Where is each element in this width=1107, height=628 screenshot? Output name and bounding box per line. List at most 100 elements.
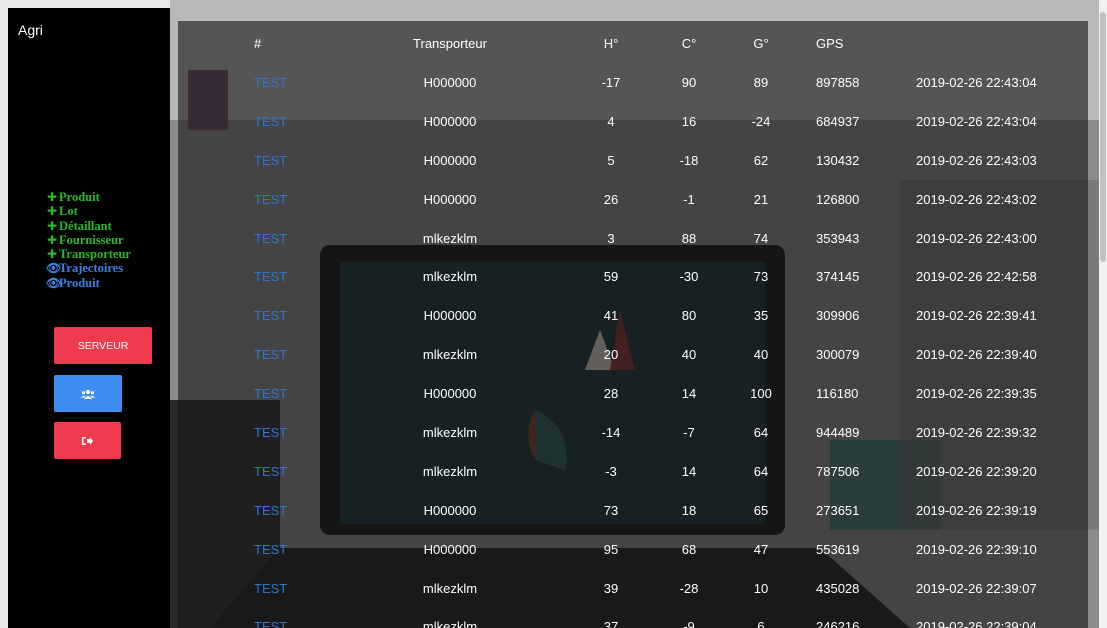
cell-transporteur: H000000 bbox=[423, 74, 477, 90]
cell-h: 28 bbox=[603, 386, 619, 402]
plus-icon: ✚ bbox=[46, 204, 58, 219]
menu-item-label: Fournisseur bbox=[59, 232, 124, 247]
cell-gps: 684937 bbox=[816, 113, 860, 129]
cell-h: 59 bbox=[603, 269, 619, 285]
cell-gps: 116180 bbox=[816, 386, 859, 402]
cell-gps: 374145 bbox=[816, 269, 860, 285]
table-row: TEST mlkezklm 37 -9 6 246216 2019-02-26 22:39:… bbox=[178, 607, 1096, 628]
cell-transporteur: mlkezklm bbox=[422, 424, 478, 440]
column-header-id[interactable]: # bbox=[178, 23, 330, 63]
cell-gps: 126800 bbox=[816, 191, 860, 207]
plus-icon: ✚ bbox=[46, 190, 58, 204]
cell-gps: 435028 bbox=[816, 580, 860, 596]
cell-date: 2019-02-26 22:39:07 bbox=[916, 580, 1037, 596]
cell-date: 2019-02-26 22:39:32 bbox=[916, 424, 1037, 440]
column-header-g[interactable]: G° bbox=[726, 23, 796, 63]
table-row: TEST mlkezklm 59 -30 73 374145 2019-02-26 22:4… bbox=[178, 257, 1096, 296]
cell-id[interactable]: TEST bbox=[178, 452, 330, 491]
table-row: TEST mlkezklm 3 88 74 353943 2019-02-26 22:43:… bbox=[178, 219, 1096, 258]
cell-h: 4 bbox=[607, 113, 615, 129]
logout-button[interactable] bbox=[54, 422, 121, 459]
main-content: # Transporteur H° C° G° GPS TEST H000000 -… bbox=[170, 0, 1107, 628]
column-header-date bbox=[916, 23, 1096, 63]
menu-item-view-produit[interactable]: 👁Produit bbox=[46, 276, 131, 290]
cell-id[interactable]: TEST bbox=[178, 491, 330, 530]
table-row: TEST H000000 28 14 100 116180 2019-02-26 22:39… bbox=[178, 374, 1096, 413]
menu-item-view-trajectoires[interactable]: 👁Trajectoires bbox=[46, 261, 131, 275]
menu-item-add-lot[interactable]: ✚ Lot bbox=[46, 204, 131, 218]
cell-id[interactable]: TEST bbox=[178, 219, 330, 258]
menu-item-label: Trajectoires bbox=[59, 261, 124, 276]
brand-title[interactable]: Agri bbox=[18, 22, 43, 38]
cell-gps: 353943 bbox=[816, 230, 860, 246]
cell-gps: 897858 bbox=[816, 74, 860, 90]
cell-g: 100 bbox=[750, 386, 772, 402]
menu-item-label: Transporteur bbox=[59, 247, 131, 262]
cell-date: 2019-02-26 22:43:03 bbox=[916, 152, 1037, 168]
cell-id[interactable]: TEST bbox=[178, 296, 330, 335]
table-row: TEST H000000 -17 90 89 897858 2019-02-26 22:43… bbox=[178, 63, 1096, 102]
cell-transporteur: H000000 bbox=[423, 152, 477, 168]
cell-date: 2019-02-26 22:43:02 bbox=[916, 191, 1037, 207]
table-row: TEST H000000 73 18 65 273651 2019-02-26 22:39:… bbox=[178, 491, 1096, 530]
cell-transporteur: mlkezklm bbox=[422, 347, 478, 363]
table-row: TEST H000000 41 80 35 309906 2019-02-26 22:39:… bbox=[178, 296, 1096, 335]
cell-id[interactable]: TEST bbox=[178, 141, 330, 180]
menu-item-add-produit[interactable]: ✚ Produit bbox=[46, 190, 131, 204]
cell-id[interactable]: TEST bbox=[178, 569, 330, 608]
cell-transporteur: H000000 bbox=[423, 541, 477, 557]
sidebar-menu: ✚ Produit ✚ Lot ✚ Détaillant ✚ Fournisseur ✚… bbox=[46, 190, 131, 290]
table-row: TEST mlkezklm -14 -7 64 944489 2019-02-26 22:3… bbox=[178, 413, 1096, 452]
cell-id[interactable]: TEST bbox=[178, 413, 330, 452]
cell-h: 3 bbox=[607, 230, 615, 246]
cell-c: 90 bbox=[681, 74, 697, 90]
cell-g: 74 bbox=[753, 230, 769, 246]
cell-date: 2019-02-26 22:39:35 bbox=[916, 386, 1037, 402]
cell-id[interactable]: TEST bbox=[178, 607, 330, 628]
column-header-transporteur[interactable]: Transporteur bbox=[330, 23, 570, 63]
menu-item-add-fournisseur[interactable]: ✚ Fournisseur bbox=[46, 233, 131, 247]
column-header-h[interactable]: H° bbox=[570, 23, 652, 63]
cell-gps: 944489 bbox=[816, 424, 860, 440]
cell-date: 2019-02-26 22:39:04 bbox=[916, 619, 1037, 628]
cell-c: -7 bbox=[683, 424, 695, 440]
cell-date: 2019-02-26 22:42:58 bbox=[916, 269, 1037, 285]
cell-c: 68 bbox=[681, 541, 697, 557]
table-row: TEST H000000 26 -1 21 126800 2019-02-26 22:43:… bbox=[178, 180, 1096, 219]
table-row: TEST H000000 4 16 -24 684937 2019-02-26 22:43:… bbox=[178, 102, 1096, 141]
cell-date: 2019-02-26 22:43:04 bbox=[916, 113, 1037, 129]
cell-g: 62 bbox=[753, 152, 769, 168]
serveur-button[interactable]: SERVEUR bbox=[54, 327, 152, 364]
scrollbar-thumb[interactable] bbox=[1100, 12, 1106, 262]
cell-c: 16 bbox=[681, 113, 697, 129]
table-row: TEST mlkezklm -3 14 64 787506 2019-02-26 22:39… bbox=[178, 452, 1096, 491]
sign-out-icon bbox=[82, 436, 93, 445]
cell-c: 14 bbox=[681, 386, 697, 402]
cell-id[interactable]: TEST bbox=[178, 374, 330, 413]
cell-g: 47 bbox=[753, 541, 769, 557]
menu-item-add-transporteur[interactable]: ✚ Transporteur bbox=[46, 247, 131, 261]
cell-transporteur: mlkezklm bbox=[422, 269, 478, 285]
column-header-gps[interactable]: GPS bbox=[796, 23, 916, 63]
cell-id[interactable]: TEST bbox=[178, 530, 330, 569]
users-button[interactable] bbox=[54, 375, 122, 412]
cell-transporteur: H000000 bbox=[423, 386, 477, 402]
cell-id[interactable]: TEST bbox=[178, 257, 330, 296]
cell-g: -24 bbox=[751, 113, 771, 129]
cell-gps: 787506 bbox=[816, 463, 860, 479]
cell-c: -1 bbox=[683, 191, 695, 207]
table-row: TEST mlkezklm 20 40 40 300079 2019-02-26 22:39… bbox=[178, 335, 1096, 374]
cell-g: 64 bbox=[753, 424, 769, 440]
menu-item-add-detaillant[interactable]: ✚ Détaillant bbox=[46, 219, 131, 233]
cell-g: 35 bbox=[753, 308, 769, 324]
cell-gps: 300079 bbox=[816, 347, 860, 363]
cell-date: 2019-02-26 22:39:20 bbox=[916, 463, 1037, 479]
cell-c: -28 bbox=[679, 580, 699, 596]
cell-id[interactable]: TEST bbox=[178, 180, 330, 219]
cell-id[interactable]: TEST bbox=[178, 335, 330, 374]
cell-id[interactable]: TEST bbox=[178, 102, 330, 141]
vertical-scrollbar[interactable] bbox=[1099, 0, 1107, 628]
cell-h: -17 bbox=[601, 74, 621, 90]
cell-id[interactable]: TEST bbox=[178, 63, 330, 102]
column-header-c[interactable]: C° bbox=[652, 23, 726, 63]
